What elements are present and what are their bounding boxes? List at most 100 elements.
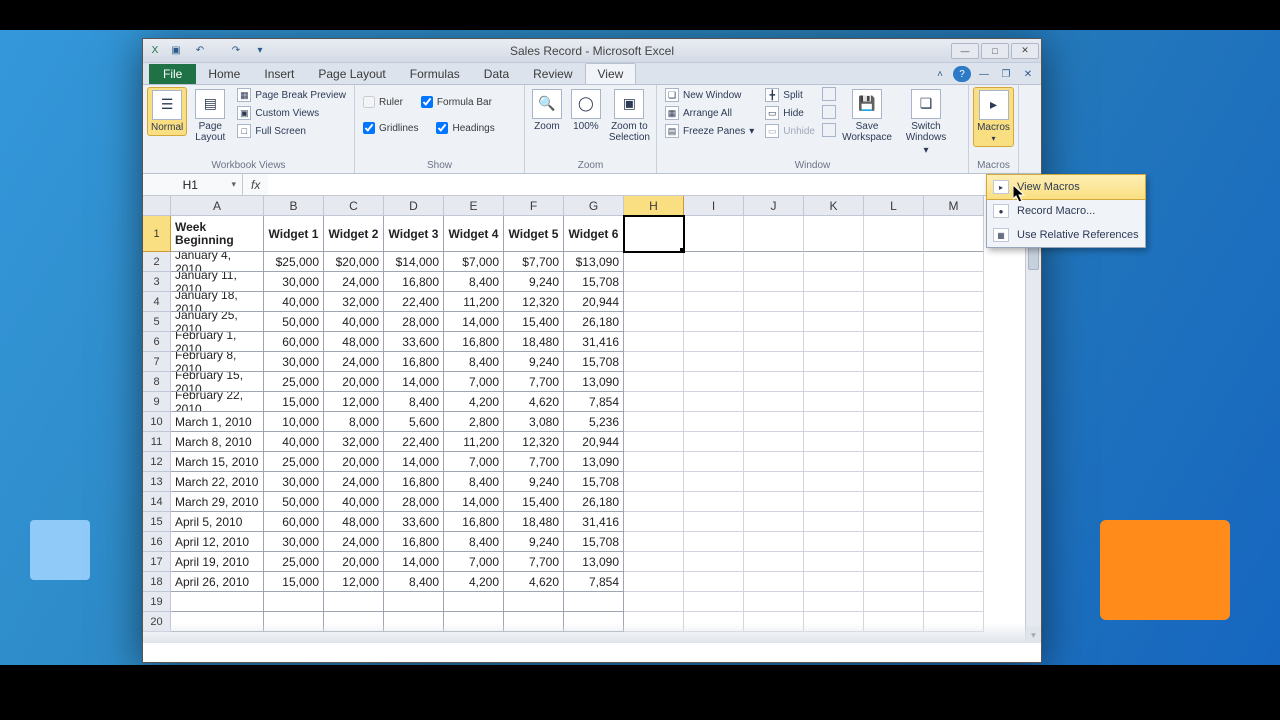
cell[interactable]: 8,400 bbox=[444, 272, 504, 292]
cell[interactable] bbox=[864, 392, 924, 412]
column-header-K[interactable]: K bbox=[804, 196, 864, 216]
cell[interactable] bbox=[864, 216, 924, 252]
row-header[interactable]: 17 bbox=[143, 552, 171, 572]
cell[interactable] bbox=[864, 592, 924, 612]
cell[interactable] bbox=[804, 512, 864, 532]
cell[interactable]: 5,600 bbox=[384, 412, 444, 432]
view-macros-item[interactable]: ▸ View Macros bbox=[986, 174, 1146, 200]
row-header[interactable]: 4 bbox=[143, 292, 171, 312]
cell[interactable]: 24,000 bbox=[324, 352, 384, 372]
cell[interactable] bbox=[744, 532, 804, 552]
cell[interactable] bbox=[924, 272, 984, 292]
cell[interactable]: 20,000 bbox=[324, 452, 384, 472]
cell[interactable]: 8,000 bbox=[324, 412, 384, 432]
cell[interactable] bbox=[624, 532, 684, 552]
page-break-preview-button[interactable]: ▦Page Break Preview bbox=[233, 87, 350, 103]
column-header-E[interactable]: E bbox=[444, 196, 504, 216]
column-header-J[interactable]: J bbox=[744, 196, 804, 216]
cell[interactable] bbox=[744, 352, 804, 372]
row-header[interactable]: 15 bbox=[143, 512, 171, 532]
cell[interactable]: March 29, 2010 bbox=[171, 492, 264, 512]
workbook-close[interactable]: ✕ bbox=[1019, 66, 1037, 82]
split-button[interactable]: ╋Split bbox=[761, 87, 819, 103]
cell[interactable] bbox=[624, 592, 684, 612]
cell[interactable]: April 5, 2010 bbox=[171, 512, 264, 532]
cell[interactable]: $13,090 bbox=[564, 252, 624, 272]
cell[interactable]: 20,000 bbox=[324, 552, 384, 572]
cell[interactable] bbox=[624, 412, 684, 432]
cell[interactable]: February 22, 2010 bbox=[171, 392, 264, 412]
cell[interactable]: March 22, 2010 bbox=[171, 472, 264, 492]
cell[interactable] bbox=[924, 492, 984, 512]
cell[interactable]: March 1, 2010 bbox=[171, 412, 264, 432]
custom-views-button[interactable]: ▣Custom Views bbox=[233, 105, 350, 121]
cell[interactable]: $20,000 bbox=[324, 252, 384, 272]
cell[interactable]: 14,000 bbox=[444, 492, 504, 512]
cell[interactable] bbox=[804, 412, 864, 432]
cell[interactable] bbox=[864, 452, 924, 472]
cell[interactable]: 15,400 bbox=[504, 492, 564, 512]
cell[interactable] bbox=[804, 252, 864, 272]
cell[interactable]: Widget 4 bbox=[444, 216, 504, 252]
relative-references-item[interactable]: ▦ Use Relative References bbox=[987, 223, 1145, 247]
maximize-button[interactable]: □ bbox=[981, 43, 1009, 59]
cell[interactable] bbox=[624, 552, 684, 572]
qat-customize[interactable]: ▾ bbox=[249, 42, 271, 60]
cell[interactable]: 15,000 bbox=[264, 392, 324, 412]
cell[interactable] bbox=[684, 452, 744, 472]
cell[interactable]: 28,000 bbox=[384, 492, 444, 512]
cell[interactable]: 7,700 bbox=[504, 372, 564, 392]
cell[interactable]: 22,400 bbox=[384, 292, 444, 312]
cell[interactable]: 48,000 bbox=[324, 512, 384, 532]
cell[interactable]: 60,000 bbox=[264, 512, 324, 532]
cell[interactable] bbox=[624, 216, 684, 252]
cell[interactable] bbox=[924, 432, 984, 452]
cell[interactable]: April 12, 2010 bbox=[171, 532, 264, 552]
cell[interactable]: January 25, 2010 bbox=[171, 312, 264, 332]
cell[interactable]: February 8, 2010 bbox=[171, 352, 264, 372]
cell[interactable]: 60,000 bbox=[264, 332, 324, 352]
row-header[interactable]: 8 bbox=[143, 372, 171, 392]
cell[interactable] bbox=[684, 572, 744, 592]
save-button[interactable]: ▣ bbox=[165, 42, 187, 60]
cell[interactable] bbox=[744, 592, 804, 612]
cell[interactable] bbox=[744, 312, 804, 332]
cell[interactable] bbox=[264, 592, 324, 612]
cell[interactable] bbox=[624, 372, 684, 392]
cell[interactable]: 7,854 bbox=[564, 392, 624, 412]
cell[interactable] bbox=[744, 292, 804, 312]
cell[interactable]: 7,700 bbox=[504, 552, 564, 572]
cell[interactable] bbox=[744, 512, 804, 532]
cell[interactable]: Widget 3 bbox=[384, 216, 444, 252]
zoom-100-button[interactable]: ◯ 100% bbox=[568, 87, 604, 134]
cell[interactable] bbox=[744, 392, 804, 412]
column-header-L[interactable]: L bbox=[864, 196, 924, 216]
switch-windows-button[interactable]: ❏ Switch Windows ▾ bbox=[898, 87, 954, 158]
cell[interactable]: 8,400 bbox=[444, 472, 504, 492]
cell[interactable] bbox=[684, 552, 744, 572]
cell[interactable]: 16,800 bbox=[384, 352, 444, 372]
fx-button[interactable]: fx bbox=[243, 178, 268, 192]
cell[interactable] bbox=[924, 552, 984, 572]
cell[interactable] bbox=[804, 392, 864, 412]
cell[interactable]: Widget 2 bbox=[324, 216, 384, 252]
arrange-all-button[interactable]: ▦Arrange All bbox=[661, 105, 758, 121]
cell[interactable]: 31,416 bbox=[564, 512, 624, 532]
cell[interactable]: 8,400 bbox=[444, 532, 504, 552]
cell[interactable] bbox=[864, 432, 924, 452]
cell[interactable]: 7,700 bbox=[504, 452, 564, 472]
cell[interactable]: 7,000 bbox=[444, 452, 504, 472]
cell[interactable]: Widget 1 bbox=[264, 216, 324, 252]
cell[interactable]: 16,800 bbox=[384, 272, 444, 292]
cell[interactable]: 16,800 bbox=[444, 332, 504, 352]
cell[interactable] bbox=[624, 312, 684, 332]
workbook-minimize[interactable]: — bbox=[975, 66, 993, 82]
cell[interactable]: March 15, 2010 bbox=[171, 452, 264, 472]
column-header-F[interactable]: F bbox=[504, 196, 564, 216]
headings-checkbox[interactable]: Headings bbox=[432, 119, 498, 137]
workbook-restore[interactable]: ❐ bbox=[997, 66, 1015, 82]
cell[interactable] bbox=[864, 252, 924, 272]
cell[interactable] bbox=[564, 592, 624, 612]
macros-button[interactable]: ▸ Macros ▾ bbox=[973, 87, 1014, 147]
cell[interactable]: 9,240 bbox=[504, 472, 564, 492]
